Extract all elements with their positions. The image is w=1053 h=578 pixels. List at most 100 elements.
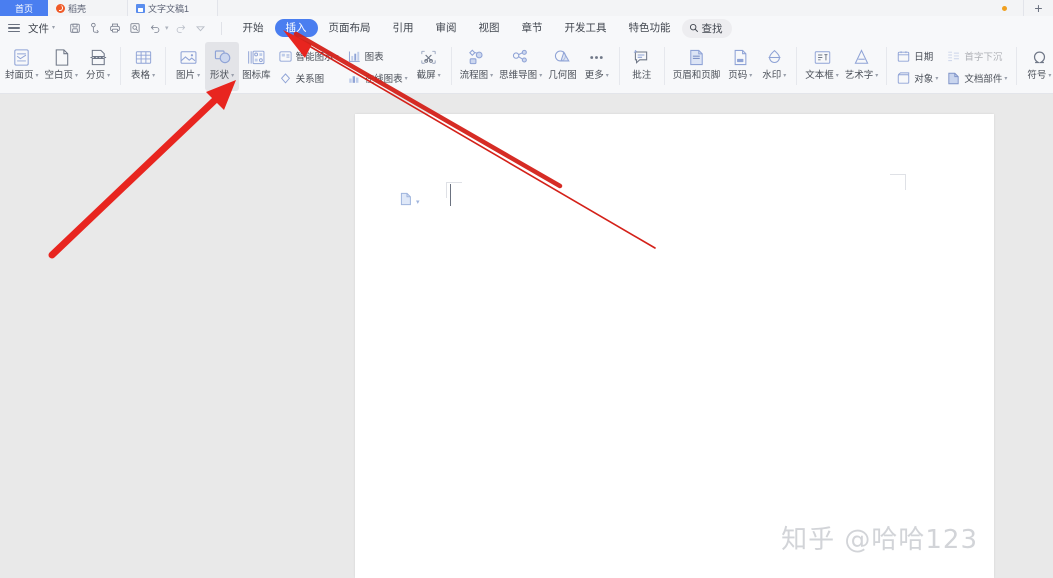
drop-cap-icon — [946, 49, 961, 65]
page-number-icon — [730, 45, 751, 69]
ribbon-button-drop-cap[interactable]: 首字下沉 — [942, 46, 1011, 68]
chevron-down-icon: ▾ — [404, 76, 408, 82]
undo-dropdown-caret-icon[interactable]: ▾ — [165, 24, 169, 32]
ribbon-button-cover-page[interactable]: 封面页 ▾ — [2, 42, 42, 91]
ribbon-tab-insert[interactable]: 插入 — [274, 19, 318, 37]
object-icon — [896, 71, 911, 87]
ribbon-button-icon-library[interactable]: 图标库 — [239, 42, 274, 91]
ribbon-group-screenshot: 截屏 ▾ — [412, 42, 446, 92]
ribbon-group-pages: 封面页 ▾ 空白页 ▾ 分页 ▾ — [2, 42, 115, 92]
ribbon-divider — [618, 47, 620, 85]
undo-icon[interactable] — [145, 19, 165, 37]
ribbon-button-blank-page[interactable]: 空白页 ▾ — [42, 42, 82, 91]
print-icon[interactable] — [105, 19, 125, 37]
print-preview-icon[interactable] — [125, 19, 145, 37]
document-workspace[interactable]: ▾ 知乎 @哈哈123 — [0, 95, 1053, 578]
ribbon-group-illustrations: 图片 ▾ 形状 ▾ 图标库 — [171, 42, 274, 92]
ribbon-button-shapes-label: 形状 — [210, 70, 230, 81]
save-icon[interactable] — [65, 19, 85, 37]
ribbon-tab-section[interactable]: 章节 — [511, 19, 554, 37]
ribbon-button-relation-chart-label: 关系图 — [295, 73, 325, 85]
chevron-down-icon: ▾ — [783, 72, 787, 79]
ribbon-tab-references[interactable]: 引用 — [382, 19, 425, 37]
ribbon-button-table[interactable]: 表格 ▾ — [126, 42, 160, 91]
ribbon-group-text: 文本框 ▾ 艺术字 ▾ — [802, 42, 881, 92]
chevron-down-icon: ▾ — [35, 72, 39, 79]
textbox-icon — [812, 45, 833, 69]
chevron-down-icon: ▾ — [152, 72, 156, 79]
chevron-down-icon: ▾ — [605, 72, 609, 79]
ribbon-button-date-label: 日期 — [914, 51, 934, 63]
file-menu-button[interactable]: 文件 ▾ — [24, 21, 59, 36]
menu-divider — [220, 21, 222, 35]
ribbon-tab-review[interactable]: 审阅 — [425, 19, 468, 37]
document-icon — [136, 3, 145, 13]
ribbon-tab-start[interactable]: 开始 — [232, 19, 275, 37]
watermark-icon — [764, 45, 785, 69]
ribbon-button-flowchart[interactable]: 流程图 ▾ — [457, 42, 497, 91]
ribbon-tab-developer[interactable]: 开发工具 — [554, 19, 618, 37]
ribbon-button-online-chart[interactable]: 在线图表 ▾ — [343, 68, 412, 90]
ribbon-button-date[interactable]: 日期 — [892, 46, 942, 68]
ribbon-button-relation-chart[interactable]: 关系图 — [274, 68, 343, 90]
ribbon-button-smartart[interactable]: 智能图示 ▾ — [274, 46, 343, 68]
ribbon-button-geometry[interactable]: 几何图 — [545, 42, 580, 91]
docer-icon — [56, 3, 65, 13]
doc-parts-icon — [946, 71, 961, 87]
ribbon-tab-view[interactable]: 视图 — [468, 19, 511, 37]
redo-icon[interactable] — [171, 19, 191, 37]
ribbon-button-more[interactable]: 更多 ▾ — [580, 42, 614, 91]
ribbon-button-textbox[interactable]: 文本框 ▾ — [802, 42, 842, 91]
ribbon-group-symbol: 符号 ▾ — [1022, 42, 1053, 92]
menu-hamburger-icon[interactable] — [8, 24, 20, 32]
blank-page-icon — [51, 45, 72, 69]
new-tab-button[interactable]: + — [1023, 0, 1053, 16]
ribbon-tab-page-layout[interactable]: 页面布局 — [318, 19, 382, 37]
paste-options-icon[interactable] — [400, 192, 412, 206]
ribbon-button-picture[interactable]: 图片 ▾ — [171, 42, 205, 91]
document-page[interactable]: ▾ 知乎 @哈哈123 — [355, 114, 994, 578]
ribbon-divider — [663, 47, 665, 85]
ribbon-button-mindmap[interactable]: 思维导图 ▾ — [496, 42, 545, 91]
table-icon — [133, 45, 154, 69]
tab-document-1[interactable]: 文字文稿1 — [128, 0, 218, 16]
customize-qat-icon[interactable] — [191, 19, 211, 37]
date-icon — [896, 49, 911, 65]
ribbon-button-cover-page-label: 封面页 — [5, 70, 34, 81]
tab-home[interactable]: 首页 — [0, 0, 48, 16]
tab-docer[interactable]: 稻壳 — [48, 0, 128, 16]
ribbon-button-textbox-label: 文本框 — [805, 70, 834, 81]
geometry-icon — [552, 45, 573, 69]
paste-options-caret-icon[interactable]: ▾ — [416, 199, 420, 206]
ribbon-button-page-number-label: 页码 — [728, 70, 748, 81]
ribbon-divider — [450, 47, 452, 85]
tab-home-label: 首页 — [14, 3, 33, 14]
ribbon-button-page-number[interactable]: 页码 ▾ — [723, 42, 757, 91]
ribbon-button-wordart[interactable]: 艺术字 ▾ — [842, 42, 882, 91]
ribbon-button-chart[interactable]: 图表 — [343, 46, 412, 68]
ribbon-button-mindmap-label: 思维导图 — [499, 70, 538, 81]
picture-icon — [178, 45, 199, 69]
margin-corner-mark-top-right — [890, 174, 906, 190]
ribbon-button-shapes[interactable]: 形状 ▾ — [205, 42, 240, 91]
ribbon-button-table-label: 表格 — [131, 70, 151, 81]
ribbon-button-comment[interactable]: 批注 — [625, 42, 659, 91]
menu-bar: 文件 ▾ ▾ 开始 插入 页面布局 引用 审阅 视图 章节 开发工具 特色功能 … — [0, 16, 1053, 40]
ribbon-button-page-break[interactable]: 分页 ▾ — [81, 42, 115, 91]
cover-page-icon — [11, 45, 32, 69]
ribbon-button-doc-parts[interactable]: 文档部件 ▾ — [942, 68, 1011, 90]
ribbon-button-header-footer[interactable]: 页眉和页脚 — [670, 42, 724, 91]
chevron-down-icon: ▾ — [490, 72, 494, 79]
wordart-icon — [851, 45, 872, 69]
header-footer-icon — [686, 45, 707, 69]
ribbon-button-object[interactable]: 对象 ▾ — [892, 68, 942, 90]
ribbon-button-symbol[interactable]: 符号 ▾ — [1022, 42, 1053, 91]
ribbon-button-header-footer-label: 页眉和页脚 — [672, 70, 721, 81]
ribbon-button-watermark[interactable]: 水印 ▾ — [757, 42, 791, 91]
ribbon-tab-features[interactable]: 特色功能 — [618, 19, 682, 37]
share-icon[interactable] — [85, 19, 105, 37]
find-button[interactable]: 查找 — [681, 18, 732, 38]
ribbon-button-comment-label: 批注 — [632, 70, 652, 81]
ribbon-button-screenshot[interactable]: 截屏 ▾ — [412, 42, 446, 91]
ribbon-group-table: 表格 ▾ — [126, 42, 160, 92]
